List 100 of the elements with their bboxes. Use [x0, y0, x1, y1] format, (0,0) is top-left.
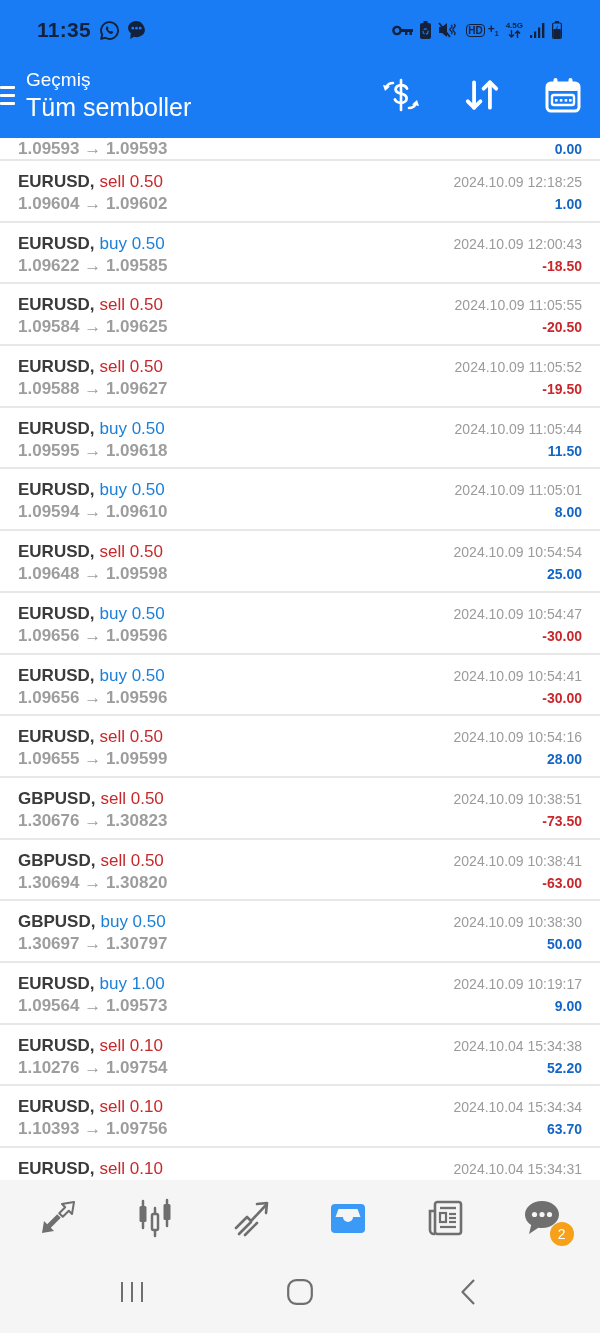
order-text: sell 0.50 — [99, 295, 163, 316]
deal-time: 2024.10.09 11:05:01 — [454, 482, 582, 499]
deal-time: 2024.10.04 15:34:31 — [453, 1161, 582, 1177]
symbol-text: GBPUSD, — [18, 788, 96, 809]
symbol-text: EURUSD, — [18, 973, 95, 994]
price-text: 1.10393 → 1.09756 — [18, 1119, 168, 1140]
message-icon — [126, 20, 148, 40]
deal-time: 2024.10.09 12:00:43 — [453, 235, 582, 252]
key-icon — [392, 24, 414, 36]
symbol-text: GBPUSD, — [18, 912, 96, 933]
profit-text: 9.00 — [554, 997, 582, 1014]
hd-suffix-text: +$_{1}$ — [487, 22, 499, 38]
price-text: 1.30697 → 1.30797 — [18, 934, 168, 955]
profit-text: 63.70 — [546, 1121, 582, 1138]
home-icon[interactable] — [287, 1279, 313, 1305]
notification-badge: 2 — [549, 1221, 574, 1246]
price-text: 1.09594 → 1.09610 — [18, 502, 168, 523]
profit-text: -30.00 — [542, 627, 582, 644]
data-arrows-icon — [507, 30, 521, 38]
order-text: sell 0.10 — [99, 1035, 163, 1056]
deal-time: 2024.10.09 11:05:55 — [454, 297, 582, 314]
deal-time: 2024.10.09 10:19:17 — [453, 975, 582, 992]
deal-time: 2024.10.09 10:54:41 — [453, 667, 582, 684]
dollar-arrows-icon[interactable] — [382, 77, 420, 113]
deal-time: 2024.10.04 15:34:34 — [453, 1099, 582, 1116]
order-text: sell 0.50 — [99, 357, 163, 378]
symbol-text: EURUSD, — [18, 1159, 95, 1179]
order-text: buy 0.50 — [99, 480, 165, 501]
calendar-icon[interactable] — [544, 76, 582, 114]
symbol-text: EURUSD, — [18, 542, 95, 563]
symbol-text: EURUSD, — [18, 665, 95, 686]
deal-time: 2024.10.09 10:38:30 — [453, 914, 582, 931]
order-text: buy 0.50 — [99, 418, 165, 439]
deal-time: 2024.10.09 10:54:47 — [453, 605, 582, 622]
deal-time: 2024.10.09 10:54:54 — [453, 544, 582, 561]
symbol-text: EURUSD, — [18, 1097, 95, 1118]
order-text: buy 0.50 — [100, 912, 166, 933]
battery-recycle-icon — [420, 21, 432, 39]
profit-text: -30.00 — [542, 689, 582, 706]
price-text: 1.09604 → 1.09602 — [18, 194, 168, 214]
price-text: 1.09588 → 1.09627 — [18, 379, 168, 400]
price-text: 1.09622 → 1.09585 — [18, 255, 168, 276]
price-text: 1.09655 → 1.09599 — [18, 749, 168, 770]
order-text: buy 1.00 — [99, 973, 165, 994]
order-text: buy 0.50 — [99, 665, 165, 686]
profit-text: 1.00 — [554, 196, 582, 212]
filter-title[interactable]: Tüm semboller — [26, 91, 382, 123]
back-icon[interactable] — [461, 1279, 475, 1305]
price-text: 1.09648 → 1.09598 — [18, 564, 168, 585]
order-text: sell 0.50 — [100, 788, 164, 809]
profit-text: 25.00 — [546, 566, 582, 583]
symbol-text: EURUSD, — [18, 480, 95, 501]
profit-text: 28.00 — [546, 751, 582, 768]
symbol-text: EURUSD, — [18, 603, 95, 624]
order-text: buy 0.50 — [99, 233, 165, 254]
price-text: 1.30694 → 1.30820 — [18, 872, 168, 893]
profit-text: 0.00 — [554, 140, 582, 157]
symbol-text: EURUSD, — [18, 233, 95, 254]
price-text: 1.09584 → 1.09625 — [18, 317, 168, 338]
recents-icon[interactable] — [120, 1281, 144, 1303]
battery-charging-icon — [552, 21, 562, 39]
order-text: sell 0.50 — [99, 727, 163, 748]
symbol-text: GBPUSD, — [18, 850, 96, 871]
deal-time: 2024.10.09 11:05:44 — [454, 420, 582, 437]
network-type-text: 4.5G — [505, 22, 523, 30]
profit-text: -63.00 — [542, 874, 582, 891]
profit-text: 8.00 — [554, 504, 582, 521]
deal-time: 2024.10.09 10:38:51 — [453, 790, 582, 807]
order-text: sell 0.50 — [99, 542, 163, 563]
order-text: sell 0.10 — [99, 1097, 163, 1118]
symbol-text: EURUSD, — [18, 172, 95, 192]
price-text: 1.09595 → 1.09618 — [18, 440, 168, 461]
symbol-text: EURUSD, — [18, 295, 95, 316]
order-text: sell 0.50 — [99, 172, 163, 192]
price-text: 1.09656 → 1.09596 — [18, 687, 168, 708]
symbol-text: EURUSD, — [18, 1035, 95, 1056]
deal-time: 2024.10.09 10:54:16 — [453, 729, 582, 746]
profit-text: 50.00 — [546, 936, 582, 953]
deal-time: 2024.10.09 12:18:25 — [453, 174, 582, 190]
price-text: 1.09564 → 1.09573 — [18, 995, 168, 1016]
symbol-text: EURUSD, — [18, 418, 95, 439]
order-text: buy 0.50 — [99, 603, 165, 624]
profit-text: -73.50 — [542, 812, 582, 829]
symbol-text: EURUSD, — [18, 357, 95, 378]
menu-icon[interactable] — [0, 85, 15, 105]
profit-text: 52.20 — [546, 1059, 582, 1076]
price-text: 1.09656 → 1.09596 — [18, 625, 168, 646]
order-text: sell 0.10 — [99, 1159, 163, 1179]
price-text: 1.30676 → 1.30823 — [18, 810, 168, 831]
profit-text: -19.50 — [542, 381, 582, 398]
deal-time: 2024.10.04 15:34:38 — [453, 1037, 582, 1054]
phone-bubble-icon — [99, 19, 121, 41]
profit-text: -18.50 — [542, 257, 582, 274]
status-time: 11:35 — [37, 18, 92, 42]
screen-title: Geçmiş — [26, 67, 92, 92]
signal-icon — [530, 22, 545, 38]
profit-text: 11.50 — [547, 442, 582, 459]
price-text: 1.09593 → 1.09593 — [18, 138, 168, 159]
symbol-text: EURUSD, — [18, 727, 95, 748]
order-text: sell 0.50 — [100, 850, 164, 871]
